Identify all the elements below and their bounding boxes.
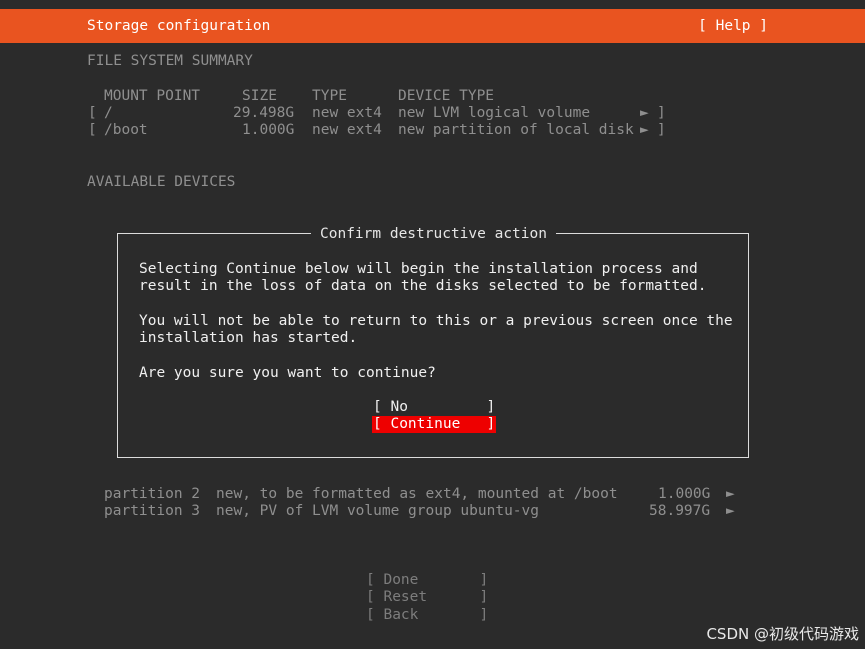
header-bar: Storage configuration [ Help ] <box>0 9 865 43</box>
row-close-bracket: ] <box>657 122 666 138</box>
partition-name: partition 3 <box>104 503 201 519</box>
partition-description: new, to be formatted as ext4, mounted at… <box>216 486 618 502</box>
dialog-question: Are you sure you want to continue? <box>139 365 436 381</box>
row-close-bracket: ] <box>657 105 666 121</box>
watermark: CSDN @初级代码游戏 <box>706 624 859 643</box>
column-header-mount-point: MOUNT POINT <box>104 88 201 104</box>
row-size: 29.498G <box>233 105 295 121</box>
dialog-message-line-4: installation has started. <box>139 330 358 346</box>
partition-arrow-icon: ► <box>726 486 735 502</box>
available-devices-heading: AVAILABLE DEVICES <box>87 174 236 190</box>
partition-name: partition 2 <box>104 486 201 502</box>
file-system-summary-heading: FILE SYSTEM SUMMARY <box>87 53 253 69</box>
row-device-type: new LVM logical volume <box>398 105 591 121</box>
help-button[interactable]: [ Help ] <box>698 18 768 35</box>
dialog-title: Confirm destructive action <box>311 226 556 244</box>
row-arrow-icon: ► <box>640 105 649 121</box>
row-type: new ext4 <box>312 122 382 138</box>
no-button[interactable]: [ No ] <box>373 399 495 416</box>
dialog-message-line-3: You will not be able to return to this o… <box>139 313 733 329</box>
partition-arrow-icon: ► <box>726 503 735 519</box>
row-size: 1.000G <box>242 122 295 138</box>
dialog-message-line-2: result in the loss of data on the disks … <box>139 278 707 294</box>
installer-screen: Storage configuration [ Help ] FILE SYST… <box>0 0 865 649</box>
done-button[interactable]: [ Done ] <box>366 572 488 589</box>
continue-button[interactable]: [ Continue ] <box>372 416 497 433</box>
row-type: new ext4 <box>312 105 382 121</box>
row-open-bracket: [ <box>88 105 97 121</box>
row-mount-point: / <box>104 105 113 121</box>
top-margin <box>0 0 865 9</box>
row-device-type: new partition of local disk <box>398 122 634 138</box>
row-mount-point: /boot <box>104 122 148 138</box>
reset-button[interactable]: [ Reset ] <box>366 589 488 606</box>
partition-description: new, PV of LVM volume group ubuntu-vg <box>216 503 540 519</box>
partition-size: 58.997G <box>649 503 711 519</box>
column-header-type: TYPE <box>312 88 347 104</box>
column-header-device-type: DEVICE TYPE <box>398 88 495 104</box>
row-arrow-icon: ► <box>640 122 649 138</box>
dialog-message-line-1: Selecting Continue below will begin the … <box>139 261 698 277</box>
column-header-size: SIZE <box>242 88 277 104</box>
row-open-bracket: [ <box>88 122 97 138</box>
page-title: Storage configuration <box>87 18 271 34</box>
partition-size: 1.000G <box>658 486 711 502</box>
back-button[interactable]: [ Back ] <box>366 607 488 624</box>
